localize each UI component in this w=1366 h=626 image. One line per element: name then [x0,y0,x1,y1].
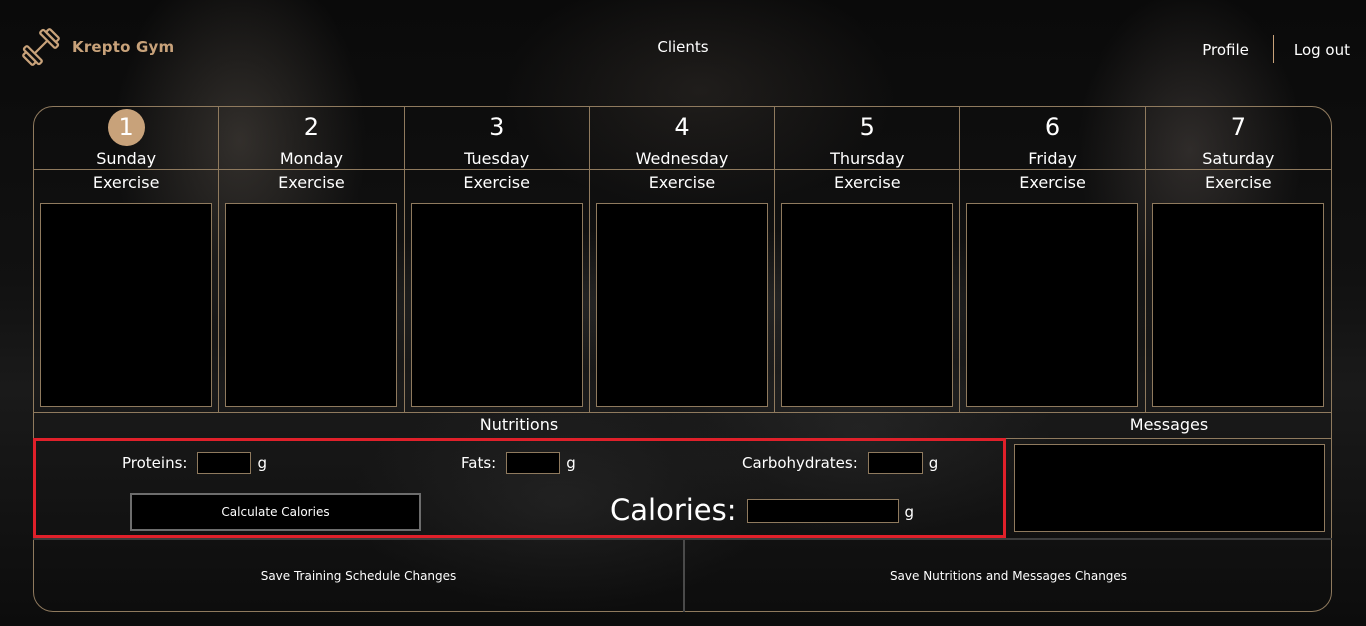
save-nutrition-button[interactable]: Save Nutritions and Messages Changes [686,540,1331,612]
calculate-calories-button[interactable]: Calculate Calories [130,493,421,531]
day-name: Sunday [96,149,157,168]
divider [34,169,219,170]
unit-label: g [928,454,939,472]
exercise-label: Exercise [1205,173,1272,192]
day-number[interactable]: 4 [590,112,774,142]
proteins-label: Proteins: [122,454,188,472]
fats-field: Fats: g [461,452,576,474]
day-column-tuesday: 3 Tuesday Exercise [404,107,590,412]
exercise-label: Exercise [1019,173,1086,192]
unit-label: g [904,503,915,521]
nav-clients-link[interactable]: Clients [643,38,723,56]
day-name: Thursday [830,149,905,168]
divider [34,412,1331,413]
exercise-input-sunday[interactable] [40,203,212,407]
day-name: Friday [1028,149,1077,168]
day-name: Wednesday [635,149,729,168]
day-number[interactable]: 2 [219,112,403,142]
day-column-saturday: 7 Saturday Exercise [1145,107,1331,412]
brand-name: Krepto Gym [72,38,175,56]
calories-field: Calories: g [610,493,914,527]
day-name: Tuesday [464,149,530,168]
day-column-monday: 2 Monday Exercise [219,107,405,412]
dumbbell-icon [22,28,60,66]
day-column-friday: 6 Friday Exercise [960,107,1146,412]
divider [683,540,685,612]
exercise-label: Exercise [278,173,345,192]
exercise-input-saturday[interactable] [1151,203,1324,407]
day-number[interactable]: 1 [34,109,218,146]
save-training-button[interactable]: Save Training Schedule Changes [35,540,682,612]
divider [960,169,1145,170]
calories-input[interactable] [746,499,899,523]
day-column-thursday: 5 Thursday Exercise [775,107,961,412]
unit-label: g [257,454,267,472]
carbohydrates-input[interactable] [867,452,923,474]
exercise-label: Exercise [833,173,901,192]
schedule-panel: 1 Sunday Exercise 2 Monday Exercise 3 Tu… [33,106,1332,612]
exercise-input-thursday[interactable] [781,203,954,407]
user-nav: Profile Log out [1202,35,1350,63]
messages-heading: Messages [1129,415,1209,434]
fats-label: Fats: [461,454,497,472]
day-number[interactable]: 5 [775,112,959,142]
divider [219,169,404,170]
exercise-label: Exercise [648,173,716,192]
nutritions-heading: Nutritions [479,415,559,434]
exercise-input-friday[interactable] [966,203,1139,407]
proteins-input[interactable] [197,452,252,474]
carbohydrates-label: Carbohydrates: [742,454,858,472]
exercise-input-monday[interactable] [225,203,398,407]
unit-label: g [566,454,576,472]
exercise-input-wednesday[interactable] [595,203,768,407]
divider [34,438,1331,439]
fats-input[interactable] [506,452,561,474]
carbohydrates-field: Carbohydrates: g [742,452,938,474]
day-column-sunday: 1 Sunday Exercise [34,107,220,412]
nav-profile-link[interactable]: Profile [1202,41,1273,59]
divider [1145,169,1331,170]
divider [775,169,960,170]
day-name: Monday [279,149,343,168]
day-number[interactable]: 7 [1146,112,1331,142]
week-days: 1 Sunday Exercise 2 Monday Exercise 3 Tu… [34,107,1331,412]
exercise-label: Exercise [463,173,530,192]
exercise-label: Exercise [92,173,160,192]
day-column-wednesday: 4 Wednesday Exercise [589,107,776,412]
proteins-field: Proteins: g [122,452,267,474]
messages-input[interactable] [1014,444,1325,532]
divider [404,169,589,170]
brand-logo[interactable]: Krepto Gym [20,26,174,68]
nav-divider [1272,35,1274,63]
day-number[interactable]: 6 [960,112,1144,142]
day-number[interactable]: 3 [405,112,589,142]
day-name: Saturday [1202,149,1275,168]
nav-logout-link[interactable]: Log out [1294,41,1350,59]
calories-label: Calories: [610,493,737,527]
divider [589,169,775,170]
exercise-input-tuesday[interactable] [410,203,583,407]
